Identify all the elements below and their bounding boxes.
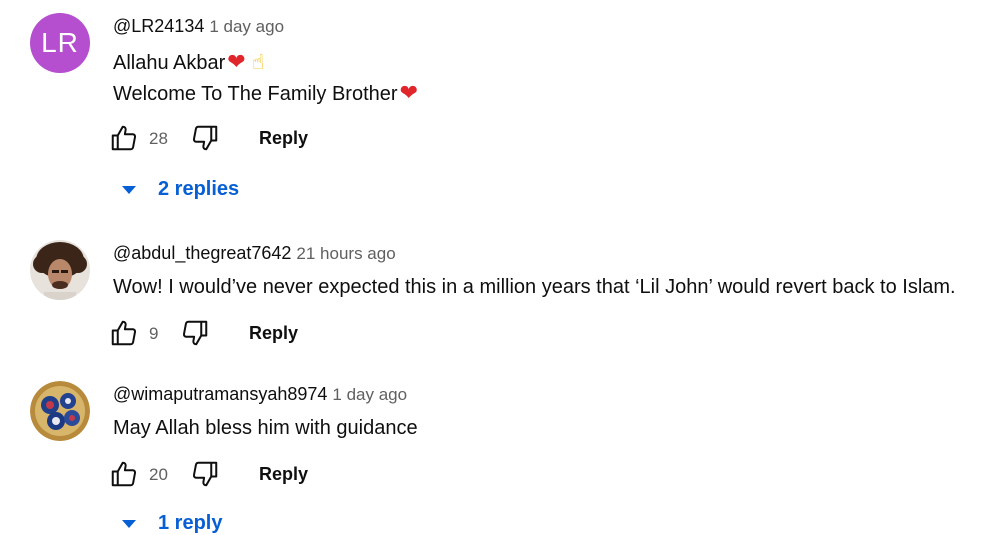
comment-timestamp[interactable]: 21 hours ago [296,244,395,263]
heart-emoji: ❤ [399,80,418,105]
thumbs-down-icon[interactable] [190,459,220,489]
like-count: 9 [149,324,159,343]
like-count: 20 [149,465,168,484]
caret-down-icon [122,519,136,528]
comment-author[interactable]: @wimaputramansyah8974 [113,384,327,404]
thumbs-up-icon[interactable] [109,459,139,489]
comment-timestamp[interactable]: 1 day ago [209,17,284,36]
view-replies-button[interactable]: 1 reply [122,512,222,535]
avatar-initials: LR [41,27,79,58]
reply-button[interactable]: Reply [249,323,298,344]
replies-count-label: 1 reply [158,512,223,534]
avatar-image [30,381,90,441]
avatar[interactable] [30,381,90,441]
view-replies-button[interactable]: 2 replies [122,178,239,201]
comment-timestamp[interactable]: 1 day ago [332,385,407,404]
thumbs-up-icon[interactable] [109,123,139,153]
comment-text-line: Welcome To The Family Brother❤ [113,80,418,106]
comment-text: Allahu Akbar [113,52,226,74]
comment-text-line: Allahu Akbar❤ ☝ [113,49,265,75]
pointing-up-emoji: ☝ [251,51,265,74]
comment-author[interactable]: @LR24134 [113,16,204,36]
reply-button[interactable]: Reply [259,128,308,149]
thumbs-down-icon[interactable] [190,123,220,153]
avatar[interactable]: LR [30,13,90,73]
comment-header: @abdul_thegreat7642 21 hours ago [113,243,396,264]
comment-header: @LR24134 1 day ago [113,16,284,37]
avatar-image [30,240,90,300]
comment-text-line: May Allah bless him with guidance [113,417,418,440]
heart-emoji: ❤ [227,49,246,74]
comment-header: @wimaputramansyah8974 1 day ago [113,384,407,405]
comment-text: Wow! I would’ve never expected this in a… [113,276,956,298]
comment-author[interactable]: @abdul_thegreat7642 [113,243,291,263]
comment-text: Welcome To The Family Brother [113,83,398,105]
avatar[interactable] [30,240,90,300]
caret-down-icon [122,185,136,194]
thumbs-up-icon[interactable] [109,318,139,348]
reply-button[interactable]: Reply [259,464,308,485]
like-count: 28 [149,129,168,148]
comment-text-line: Wow! I would’ve never expected this in a… [113,276,956,299]
thumbs-down-icon[interactable] [180,318,210,348]
replies-count-label: 2 replies [158,178,240,200]
comment-text: May Allah bless him with guidance [113,417,418,439]
